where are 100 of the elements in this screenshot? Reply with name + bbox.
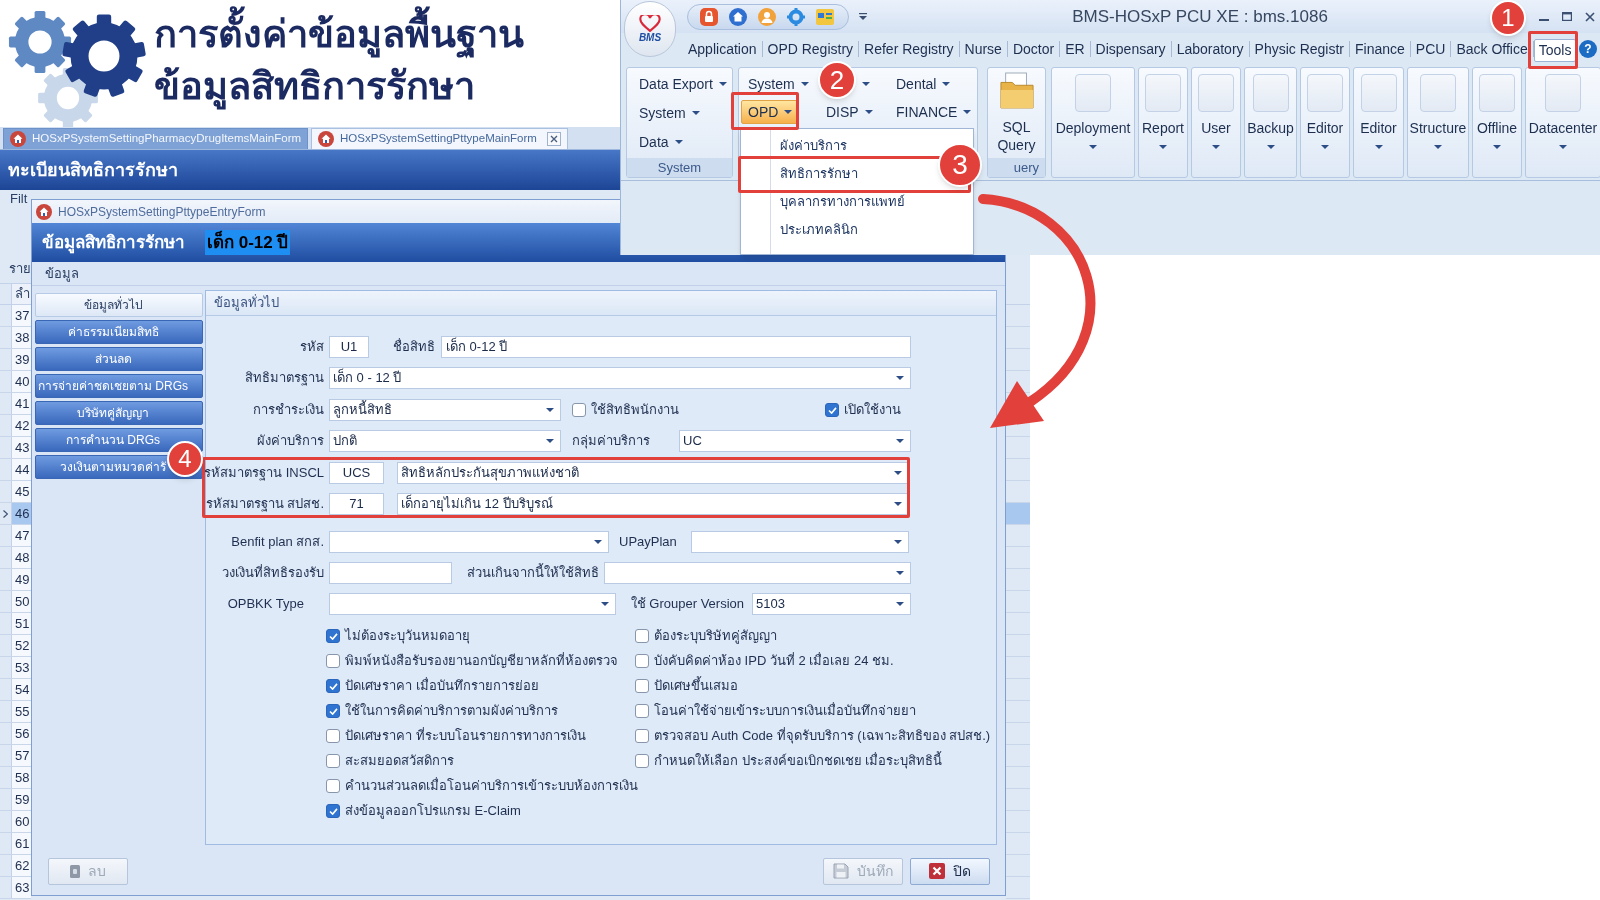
- dropdown-field[interactable]: 5103: [752, 593, 911, 615]
- ribbon-tab[interactable]: Application: [683, 38, 762, 60]
- nav-tab[interactable]: ส่วนลด: [35, 347, 203, 371]
- ribbon-tab[interactable]: OPD Registry: [762, 38, 859, 60]
- checkbox[interactable]: [326, 804, 340, 818]
- ribbon-button[interactable]: Data: [632, 130, 690, 154]
- checkbox[interactable]: [326, 654, 340, 668]
- dropdown-field[interactable]: สิทธิหลักประกันสุขภาพแห่งชาติ: [397, 462, 909, 484]
- nav-tab[interactable]: การจ่ายค่าชดเชยตาม DRGs: [35, 374, 203, 398]
- menu-item[interactable]: ประเภทคลินิก: [771, 216, 867, 244]
- text-field[interactable]: UCS: [329, 462, 384, 484]
- ribbon-button[interactable]: Offline: [1472, 67, 1522, 178]
- ribbon-tab[interactable]: Laboratory: [1171, 38, 1249, 60]
- ribbon-button[interactable]: Datacenter: [1525, 67, 1600, 178]
- column-header: ลำ: [12, 284, 31, 304]
- ribbon-button[interactable]: System: [741, 72, 816, 97]
- ribbon-button[interactable]: System: [632, 101, 707, 125]
- ribbon-tab[interactable]: Doctor: [1007, 38, 1060, 60]
- text-field[interactable]: เด็ก 0-12 ปี: [441, 336, 911, 358]
- checkbox[interactable]: [635, 704, 649, 718]
- dropdown-field[interactable]: ลูกหนี้สิทธิ: [329, 399, 561, 421]
- ribbon-tab[interactable]: Back Office: [1451, 38, 1533, 60]
- ribbon-tab[interactable]: Physic Registr: [1249, 38, 1350, 60]
- placeholder-icon: [1075, 74, 1111, 112]
- nav-tab[interactable]: บริษัทคู่สัญญา: [35, 401, 203, 425]
- window-icon[interactable]: [816, 8, 834, 25]
- document-tab[interactable]: HOSxPSystemSettingPttypeMainForm: [311, 128, 568, 149]
- close-icon[interactable]: [1585, 11, 1595, 22]
- person-icon[interactable]: [758, 7, 776, 26]
- ribbon-tab[interactable]: Nurse: [959, 38, 1007, 60]
- checkbox-label: ปัดเศษราคา เมื่อบันทึกรายการย่อย: [345, 676, 539, 696]
- menu-item[interactable]: ผังค่าบริการ: [771, 132, 856, 160]
- dropdown-field[interactable]: ปกติ: [329, 430, 561, 452]
- text-field[interactable]: U1: [329, 336, 369, 358]
- caret-icon: [1089, 145, 1097, 149]
- ribbon-tab[interactable]: Refer Registry: [859, 38, 959, 60]
- minimize-icon[interactable]: [1539, 18, 1549, 21]
- checkbox[interactable]: [326, 779, 340, 793]
- ribbon-button[interactable]: Data Export: [632, 72, 734, 96]
- ribbon-button[interactable]: FINANCE: [889, 100, 979, 125]
- maximize-icon[interactable]: [1562, 12, 1572, 21]
- checkbox[interactable]: [635, 629, 649, 643]
- checkbox[interactable]: [326, 629, 340, 643]
- nav-tab[interactable]: ข้อมูลทั่วไป: [35, 293, 203, 317]
- row-number: 50: [12, 591, 31, 612]
- checkbox[interactable]: [635, 654, 649, 668]
- checkbox-label: ใช้สิทธิพนักงาน: [591, 401, 679, 420]
- ribbon-tab[interactable]: PCU: [1410, 38, 1451, 60]
- close-button[interactable]: ปิด: [910, 857, 990, 885]
- dropdown-field[interactable]: [604, 562, 911, 584]
- text-field[interactable]: 71: [329, 493, 384, 515]
- checkbox[interactable]: [572, 403, 586, 417]
- ribbon-button[interactable]: Backup: [1244, 67, 1297, 178]
- row-number: 53: [12, 657, 31, 678]
- checkbox[interactable]: [326, 754, 340, 768]
- ribbon-button[interactable]: Deployment: [1051, 67, 1135, 178]
- highlight-frame: [1528, 31, 1578, 69]
- text-field[interactable]: [329, 562, 452, 584]
- customize-caret-icon[interactable]: [859, 13, 867, 20]
- checkbox-label: สะสมยอดสวัสดิการ: [345, 752, 454, 771]
- checkbox[interactable]: [635, 729, 649, 743]
- checkbox[interactable]: [635, 754, 649, 768]
- ribbon-button[interactable]: Report: [1138, 67, 1188, 178]
- ribbon-tab[interactable]: Dispensary: [1090, 38, 1171, 60]
- dropdown-field[interactable]: เด็กอายุไม่เกิน 12 ปีบริบูรณ์: [397, 493, 909, 515]
- ribbon-button[interactable]: DISP: [819, 100, 880, 125]
- checkbox[interactable]: [326, 679, 340, 693]
- lock-icon[interactable]: [700, 7, 718, 26]
- row-number: 40: [12, 371, 31, 392]
- row-number: 61: [12, 833, 31, 854]
- dropdown-field[interactable]: [329, 593, 616, 615]
- row-number: 47: [12, 525, 31, 546]
- menu-item[interactable]: สิทธิการรักษา: [771, 160, 867, 188]
- ribbon-button[interactable]: SQL Query: [988, 68, 1045, 158]
- checkbox[interactable]: [326, 729, 340, 743]
- checkbox[interactable]: [825, 403, 839, 417]
- app-logo[interactable]: BMS: [624, 1, 676, 57]
- ribbon-button[interactable]: Editor: [1300, 67, 1350, 178]
- ribbon-tab[interactable]: Tools: [1533, 39, 1577, 62]
- nav-tab[interactable]: ค่าธรรมเนียมสิทธิ: [35, 320, 203, 344]
- close-icon: [549, 135, 558, 143]
- ribbon-button[interactable]: Dental: [889, 72, 958, 96]
- help-button[interactable]: ?: [1579, 40, 1597, 58]
- ribbon-button[interactable]: Editor: [1353, 67, 1404, 178]
- ribbon-button[interactable]: Structure: [1407, 67, 1469, 178]
- house-icon: [36, 203, 52, 220]
- ribbon-tab[interactable]: Finance: [1350, 38, 1410, 60]
- ribbon-tab[interactable]: ER: [1060, 38, 1090, 60]
- checkbox[interactable]: [635, 679, 649, 693]
- dropdown-field[interactable]: UC: [679, 430, 911, 452]
- dropdown-field[interactable]: [329, 531, 609, 553]
- dropdown-field[interactable]: เด็ก 0 - 12 ปี: [329, 367, 911, 389]
- checkbox[interactable]: [326, 704, 340, 718]
- ribbon-button[interactable]: User: [1191, 67, 1241, 178]
- field-label: รหัสมาตรฐาน INSCL: [204, 464, 324, 483]
- close-button[interactable]: [546, 132, 561, 146]
- dropdown-field[interactable]: [691, 531, 909, 553]
- gear-icon[interactable]: [787, 7, 805, 26]
- home-icon[interactable]: [729, 7, 747, 26]
- caret-icon: [1493, 145, 1501, 149]
